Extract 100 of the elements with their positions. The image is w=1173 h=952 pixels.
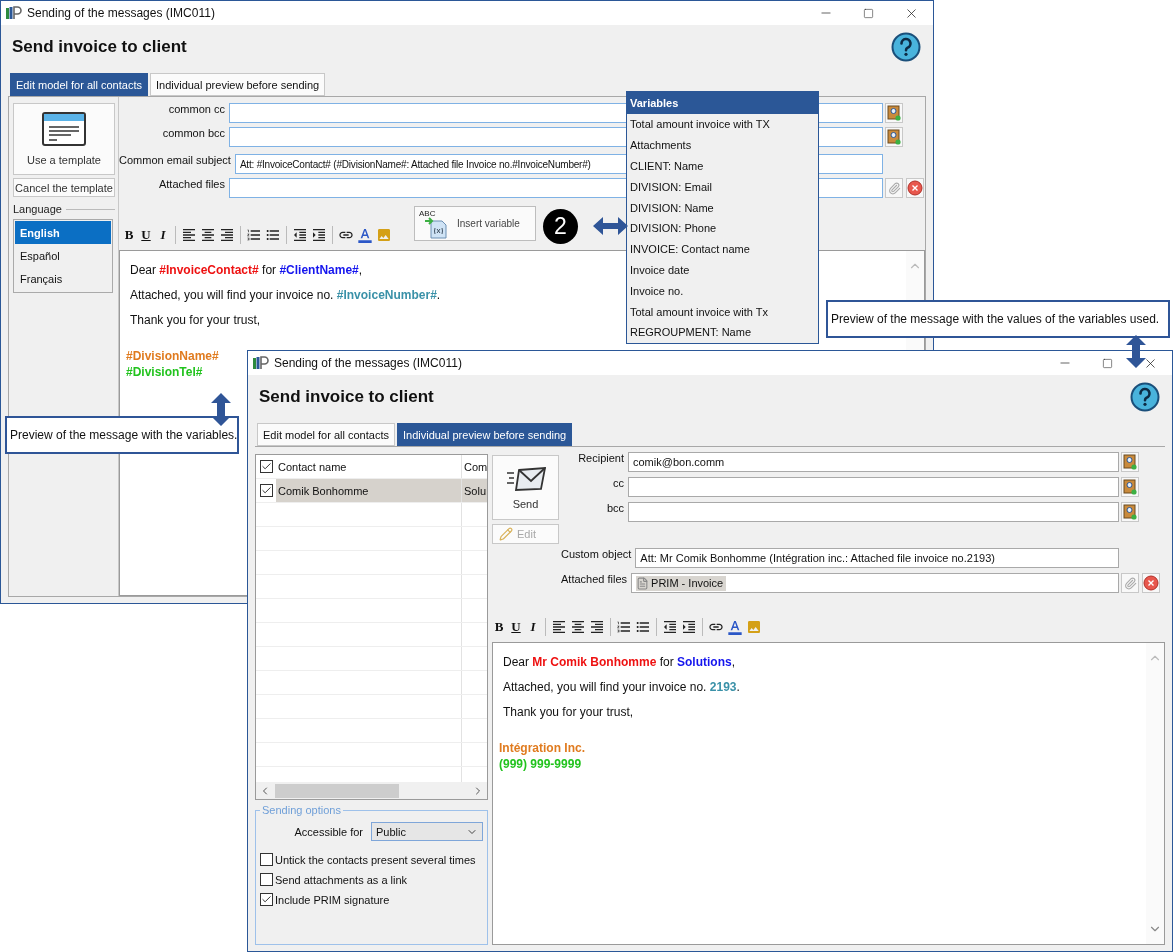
tab[interactable]: Individual preview before sending <box>396 423 573 446</box>
indent-icon[interactable] <box>681 619 697 635</box>
signature-line: #DivisionTel# <box>126 365 203 379</box>
checkbox[interactable] <box>260 853 273 866</box>
use-template-button[interactable]: Use a template <box>13 103 115 175</box>
align-right-icon[interactable] <box>589 619 605 635</box>
maximize-icon[interactable] <box>863 7 874 19</box>
remove-icon[interactable] <box>1143 575 1159 591</box>
paperclip-icon[interactable] <box>1123 576 1137 590</box>
font-color-icon[interactable] <box>357 227 373 243</box>
field-label: Attached files <box>561 573 628 585</box>
menu-item[interactable]: CLIENT: Name <box>627 155 818 177</box>
checkbox[interactable] <box>259 460 273 473</box>
message-line: Attached, you will find your invoice no. #InvoiceNumber#. <box>130 288 441 302</box>
language-item[interactable]: English <box>15 221 111 244</box>
address-book-icon[interactable] <box>887 129 901 145</box>
address-book-icon[interactable] <box>1123 479 1137 495</box>
tab[interactable]: Individual preview before sending <box>149 73 326 96</box>
remove-icon[interactable] <box>907 180 923 196</box>
address-book-icon[interactable] <box>1123 504 1137 520</box>
message-line: Thank you for your trust, <box>503 705 634 719</box>
align-left-icon[interactable] <box>181 227 197 243</box>
attachment-chip[interactable]: PRIM - Invoice <box>636 575 727 591</box>
bullet-list-icon[interactable] <box>265 227 281 243</box>
accessible-dropdown[interactable]: Public <box>371 822 483 841</box>
align-left-icon[interactable] <box>551 619 567 635</box>
checkbox-label[interactable]: Send attachments as a link <box>275 873 408 886</box>
column-header[interactable]: Contact name <box>276 455 462 478</box>
attachments-field[interactable]: PRIM - Invoice <box>631 573 1119 593</box>
numbered-list-icon[interactable] <box>246 227 262 243</box>
message-line: Thank you for your trust, <box>130 313 261 327</box>
font-color-icon[interactable] <box>727 619 743 635</box>
checkbox-label[interactable]: Include PRIM signature <box>275 893 390 906</box>
address-field[interactable] <box>628 477 1119 497</box>
checkbox[interactable] <box>260 873 273 886</box>
tab[interactable]: Edit model for all contacts <box>10 73 148 96</box>
signature-line: (999) 999-9999 <box>499 757 582 771</box>
help-icon[interactable] <box>1130 382 1160 412</box>
checkbox-label[interactable]: Untick the contacts present several times <box>275 853 476 866</box>
align-right-icon[interactable] <box>219 227 235 243</box>
help-icon[interactable] <box>891 32 921 62</box>
table-cell[interactable]: Solu <box>462 479 487 502</box>
paperclip-icon[interactable] <box>887 181 901 195</box>
group-title: Sending options <box>261 804 342 816</box>
subject-field[interactable]: Att: Mr Comik Bonhomme (Intégration inc.: Attached file invoice no.2193) <box>635 548 1119 568</box>
menu-item[interactable]: DIVISION: Email <box>627 176 818 198</box>
underline-button[interactable]: U <box>509 619 523 635</box>
underline-button[interactable]: U <box>139 227 153 243</box>
tab[interactable]: Edit model for all contacts <box>257 423 395 446</box>
menu-item[interactable]: Total amount invoice with TX <box>627 114 818 135</box>
numbered-list-icon[interactable] <box>616 619 632 635</box>
menu-item[interactable]: Invoice no. <box>627 280 818 302</box>
menu-item[interactable]: Total amount invoice with Tx <box>627 301 818 322</box>
bold-button[interactable]: B <box>492 619 506 635</box>
field-label: Custom object <box>561 548 632 560</box>
address-field[interactable]: comik@bon.comm <box>628 452 1119 472</box>
address-field[interactable] <box>628 502 1119 522</box>
indent-icon[interactable] <box>311 227 327 243</box>
language-item[interactable]: Español <box>15 244 111 267</box>
maximize-icon[interactable] <box>1102 357 1113 369</box>
field-label: common bcc <box>161 127 225 139</box>
language-item[interactable]: Français <box>15 267 111 290</box>
template-icon <box>42 112 86 146</box>
menu-item[interactable]: REGROUPMENT: Name <box>627 321 818 343</box>
menu-item[interactable]: INVOICE: Contact name <box>627 238 818 260</box>
italic-button[interactable]: I <box>526 619 540 635</box>
app-logo-icon <box>6 6 22 20</box>
menu-item[interactable]: Invoice date <box>627 259 818 281</box>
menu-title: Variables <box>627 92 818 114</box>
table-cell[interactable]: Comik Bonhomme <box>276 479 462 502</box>
bold-button[interactable]: B <box>122 227 136 243</box>
envelope-icon <box>504 465 547 492</box>
menu-item[interactable]: DIVISION: Phone <box>627 218 818 239</box>
field-label: common cc <box>167 103 225 115</box>
menu-item[interactable]: Attachments <box>627 134 818 156</box>
outdent-icon[interactable] <box>662 619 678 635</box>
document-icon <box>636 576 650 590</box>
dialog-heading: Send invoice to client <box>259 387 434 407</box>
italic-button[interactable]: I <box>156 227 170 243</box>
align-center-icon[interactable] <box>200 227 216 243</box>
signature-line: #DivisionName# <box>126 349 219 363</box>
insert-variable-button[interactable]: ABC Insert variable <box>414 206 536 241</box>
menu-item[interactable]: DIVISION: Name <box>627 197 818 218</box>
bullet-list-icon[interactable] <box>635 619 651 635</box>
field-label: Common email subject <box>119 154 231 166</box>
window-title: Sending of the messages (IMC011) <box>274 356 462 370</box>
outdent-icon[interactable] <box>292 227 308 243</box>
message-line: Attached, you will find your invoice no. 2193. <box>503 680 740 694</box>
scroll-thumb[interactable] <box>275 783 399 798</box>
checkbox[interactable] <box>260 893 273 906</box>
signature-line: Intégration Inc. <box>499 741 585 755</box>
align-center-icon[interactable] <box>570 619 586 635</box>
address-book-icon[interactable] <box>887 105 901 121</box>
dialog-heading: Send invoice to client <box>12 37 187 57</box>
checkbox[interactable] <box>259 484 273 497</box>
message-line: Dear Mr Comik Bonhomme for Solutions, <box>503 655 736 669</box>
address-book-icon[interactable] <box>1123 454 1137 470</box>
cancel-template-button[interactable]: Cancel the template <box>13 178 115 197</box>
send-button[interactable]: Send <box>492 455 559 520</box>
message-editor[interactable]: Dear Mr Comik Bonhomme for Solutions, Attached, you will find your invoice no. 2193. Thank you for your trust, Intégration Inc. (999) 999-9999 <box>492 642 1165 945</box>
